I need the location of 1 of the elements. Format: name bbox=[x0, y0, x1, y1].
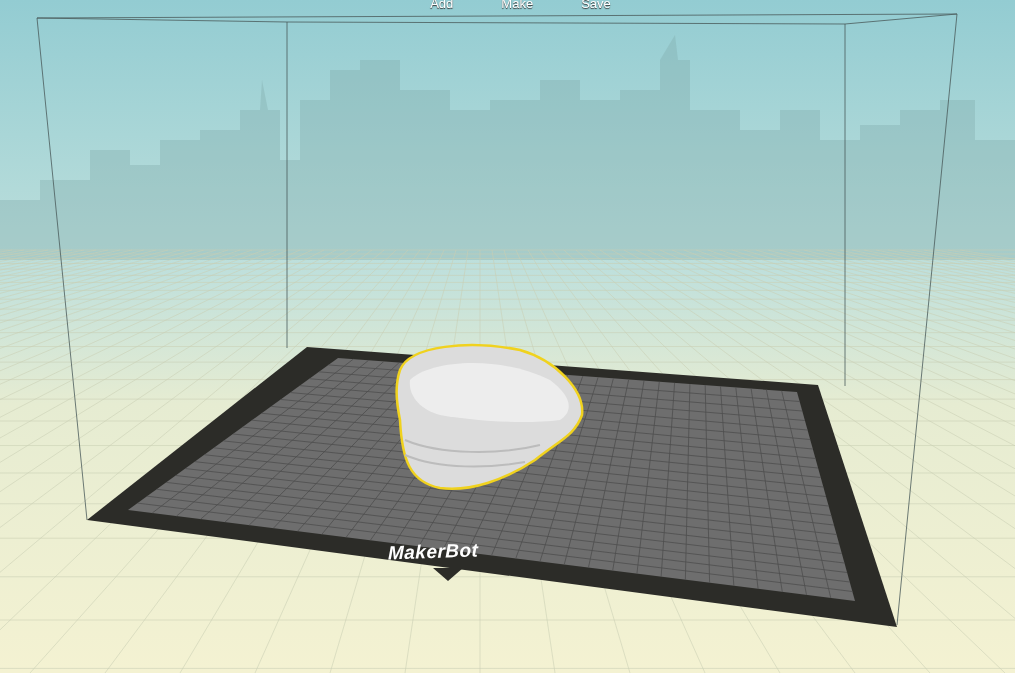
brand-logo: MakerBot bbox=[388, 540, 479, 564]
